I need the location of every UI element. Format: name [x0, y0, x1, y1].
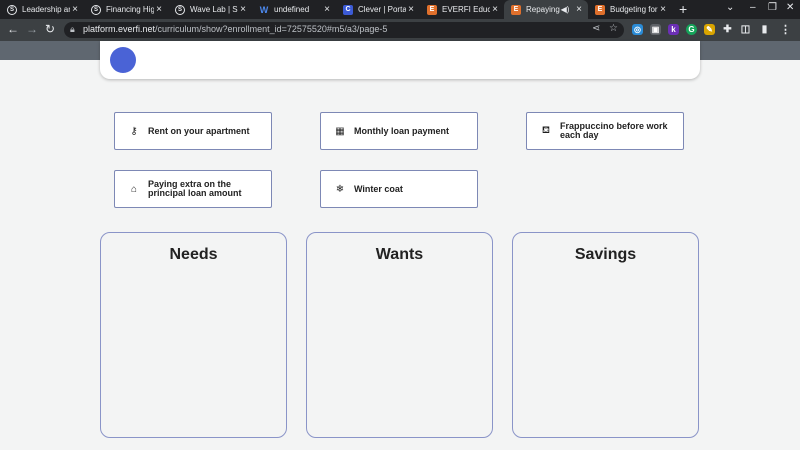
tab-favicon-icon: E: [511, 4, 521, 15]
url-domain: platform.everfi.net: [83, 24, 156, 34]
tab-title: Wave Lab | Sc: [190, 5, 238, 14]
drop-zone-title: Needs: [169, 246, 218, 263]
tab-close-icon[interactable]: ×: [322, 4, 332, 15]
tab-close-icon[interactable]: ×: [490, 4, 500, 15]
speaker-icon[interactable]: ◀): [560, 5, 570, 14]
tab-close-icon[interactable]: ×: [574, 4, 584, 15]
cup-icon: ⛾: [541, 124, 551, 136]
forward-icon[interactable]: →: [26, 22, 38, 36]
tab-favicon-icon: S: [91, 4, 101, 15]
tab-title: Clever | Portal: [358, 5, 406, 14]
snowflake-icon: ❄: [335, 183, 345, 195]
draggable-item-winter-coat[interactable]: ❄ Winter coat: [320, 170, 478, 208]
extension-icon[interactable]: ▣: [650, 24, 661, 35]
url-path: /curriculum/show?enrollment_id=72575520#…: [155, 24, 388, 34]
browser-tab-active[interactable]: E Repaying ◀) ×: [504, 0, 588, 19]
address-bar[interactable]: 🔒︎ platform.everfi.net/curriculum/show?e…: [64, 22, 624, 38]
drop-zone-savings[interactable]: Savings: [512, 232, 699, 438]
instruction-avatar-icon: [110, 47, 136, 73]
tab-favicon-icon: C: [343, 4, 353, 15]
new-tab-button[interactable]: +: [679, 1, 687, 17]
browser-tab[interactable]: E Budgeting for ×: [588, 0, 672, 19]
draggable-item-loan-payment[interactable]: ▦ Monthly loan payment: [320, 112, 478, 150]
tab-favicon-icon: S: [7, 4, 17, 15]
browser-tab[interactable]: W undefined ×: [252, 0, 336, 19]
bookmark-star-icon[interactable]: ☆: [609, 23, 618, 34]
draggable-item-frappuccino[interactable]: ⛾ Frappuccino before work each day: [526, 112, 684, 150]
tab-close-icon[interactable]: ×: [154, 4, 164, 15]
tab-close-icon[interactable]: ×: [70, 4, 80, 15]
extensions-puzzle-icon[interactable]: ✚: [722, 24, 733, 35]
menu-kebab-icon[interactable]: ⋮: [780, 24, 791, 36]
browser-tab[interactable]: E EVERFI Educa ×: [420, 0, 504, 19]
url-text[interactable]: platform.everfi.net/curriculum/show?enro…: [83, 24, 387, 34]
tab-title: Repaying: [526, 5, 560, 14]
browser-tab-strip: S Leadership an × S Financing Hig × S Wa…: [0, 0, 800, 19]
tab-close-icon[interactable]: ×: [238, 4, 248, 15]
share-icon[interactable]: ⋖: [592, 23, 600, 34]
tab-title: EVERFI Educa: [442, 5, 490, 14]
item-label: Winter coat: [354, 183, 403, 194]
browser-toolbar: ← → ↻ 🔒︎ platform.everfi.net/curriculum/…: [0, 19, 800, 41]
browser-tab[interactable]: C Clever | Portal ×: [336, 0, 420, 19]
grammarly-icon[interactable]: G: [686, 24, 697, 35]
instruction-card: [100, 41, 700, 79]
bank-icon: ⌂: [130, 183, 138, 195]
reload-icon[interactable]: ↻: [45, 22, 55, 36]
extension-k-icon[interactable]: k: [668, 24, 679, 35]
item-label: Frappuccino before work each day: [560, 121, 668, 140]
tab-favicon-icon: E: [427, 4, 437, 15]
tab-title: undefined: [274, 5, 310, 14]
tab-close-icon[interactable]: ×: [406, 4, 416, 15]
item-label: Monthly loan payment: [354, 125, 450, 136]
drop-zone-title: Savings: [574, 246, 637, 263]
minimize-icon[interactable]: –: [750, 2, 756, 13]
tab-favicon-icon: E: [595, 4, 605, 15]
item-label: Paying extra on the principal loan amoun…: [148, 179, 242, 198]
tab-title: Budgeting for: [610, 5, 658, 14]
key-icon: ⚷: [130, 125, 138, 137]
tab-title: Leadership an: [22, 5, 70, 14]
extension-icon[interactable]: ✎: [704, 24, 715, 35]
restore-icon[interactable]: ❐: [768, 2, 777, 13]
drop-zone-needs[interactable]: Needs: [100, 232, 287, 438]
tab-title: Financing Hig: [106, 5, 154, 14]
browser-tab[interactable]: S Leadership an ×: [0, 0, 84, 19]
extension-icon[interactable]: ◎: [632, 24, 643, 35]
tab-favicon-icon: W: [259, 4, 269, 15]
extension-icon[interactable]: ◫: [740, 24, 751, 35]
draggable-item-extra-principal[interactable]: ⌂ Paying extra on the principal loan amo…: [114, 170, 272, 208]
drop-zone-title: Wants: [375, 246, 424, 263]
lock-icon: 🔒︎: [70, 24, 75, 34]
drop-zone-wants[interactable]: Wants: [306, 232, 493, 438]
side-panel-icon[interactable]: ▮: [759, 24, 770, 35]
close-window-icon[interactable]: ✕: [786, 2, 794, 13]
back-icon[interactable]: ←: [7, 22, 19, 36]
browser-tab[interactable]: S Wave Lab | Sc ×: [168, 0, 252, 19]
tab-favicon-icon: S: [175, 4, 185, 15]
tab-close-icon[interactable]: ×: [658, 4, 668, 15]
calendar-icon: ▦: [335, 125, 345, 137]
item-label: Rent on your apartment: [148, 125, 250, 136]
draggable-item-rent[interactable]: ⚷ Rent on your apartment: [114, 112, 272, 150]
browser-tab[interactable]: S Financing Hig ×: [84, 0, 168, 19]
tab-search-icon[interactable]: ⌄: [726, 2, 734, 13]
